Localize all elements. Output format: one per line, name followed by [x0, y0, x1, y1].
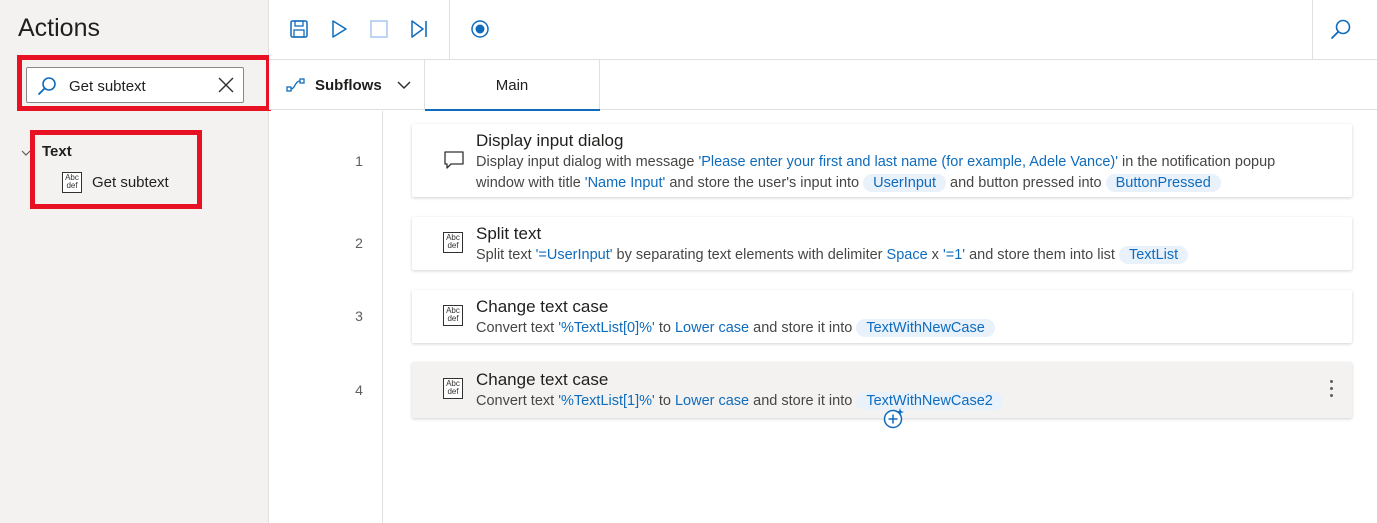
- actions-search-box[interactable]: Get subtext: [26, 67, 244, 103]
- line-number: 4: [355, 382, 363, 398]
- abc-text-icon: Abc def: [443, 378, 463, 399]
- desc-text: by separating text elements with delimit…: [612, 247, 887, 263]
- flow-step-display-input-dialog[interactable]: Display input dialog Display input dialo…: [412, 124, 1352, 197]
- variable-pill[interactable]: TextWithNewCase: [856, 319, 995, 337]
- search-input[interactable]: Get subtext: [69, 78, 146, 95]
- power-automate-designer: Actions Get subtext Text Abc def Get sub…: [0, 0, 1377, 523]
- run-icon[interactable]: [328, 18, 350, 40]
- save-icon[interactable]: [288, 18, 310, 40]
- desc-text: Convert text: [476, 320, 559, 336]
- toolbar-divider: [1312, 0, 1313, 60]
- toolbar-divider: [449, 0, 450, 60]
- desc-literal: '=UserInput': [535, 247, 613, 263]
- desc-text: x: [927, 247, 943, 263]
- tree-item-get-subtext[interactable]: Abc def Get subtext: [62, 170, 169, 194]
- message-icon: [443, 150, 465, 175]
- abc-text-icon: Abc def: [443, 232, 463, 253]
- step-title: Change text case: [476, 297, 609, 316]
- search-icon: [37, 76, 57, 101]
- desc-literal: Lower case: [674, 320, 750, 336]
- step-title: Split text: [476, 224, 542, 243]
- flow-step-change-text-case-selected[interactable]: Abc def Change text case Convert text '%…: [412, 362, 1352, 418]
- record-icon[interactable]: [469, 18, 491, 40]
- desc-literal: 'Please enter your first and last name (…: [698, 154, 1118, 170]
- designer-toolbar: [269, 0, 1377, 60]
- actions-pane: Actions Get subtext Text Abc def Get sub…: [0, 0, 271, 523]
- abc-text-icon: Abc def: [62, 171, 82, 193]
- actions-pane-title: Actions: [18, 14, 100, 42]
- chevron-down-icon: [396, 80, 412, 90]
- abc-icon-bottom: def: [66, 180, 78, 190]
- stop-icon[interactable]: [368, 18, 390, 40]
- desc-text: Split text: [476, 247, 536, 263]
- step-title: Display input dialog: [476, 131, 624, 150]
- more-options-icon[interactable]: [1328, 380, 1334, 401]
- subflow-tab-row: Subflows Main: [269, 60, 1377, 111]
- desc-text: and button pressed into: [946, 175, 1106, 191]
- abc-icon-bottom: def: [447, 241, 459, 250]
- desc-text: Display input dialog with message: [476, 154, 699, 170]
- variable-pill[interactable]: TextWithNewCase2: [856, 392, 1003, 410]
- abc-icon-bottom: def: [447, 387, 459, 396]
- close-icon[interactable]: [218, 77, 234, 98]
- abc-icon-bottom: def: [447, 314, 459, 323]
- tab-main-label: Main: [495, 77, 529, 94]
- flow-step-change-text-case[interactable]: Abc def Change text case Convert text '%…: [412, 290, 1352, 343]
- variable-pill[interactable]: UserInput: [863, 174, 947, 192]
- variable-pill[interactable]: TextList: [1118, 246, 1189, 264]
- desc-text: and store the user's input into: [665, 175, 864, 191]
- step-title: Change text case: [476, 370, 609, 389]
- desc-text: and store them into list: [965, 247, 1119, 263]
- line-number: 2: [355, 235, 363, 251]
- tab-main[interactable]: Main: [425, 60, 600, 111]
- flow-step-split-text[interactable]: Abc def Split text Split text '=UserInpu…: [412, 217, 1352, 270]
- desc-literal: '%TextList[0]%': [558, 320, 655, 336]
- step-description: Split text '=UserInput' by separating te…: [476, 245, 1326, 266]
- desc-text: and store it into: [749, 393, 857, 409]
- add-action-icon[interactable]: [883, 407, 905, 434]
- subflows-label: Subflows: [315, 76, 382, 94]
- abc-text-icon: Abc def: [443, 305, 463, 326]
- search-icon[interactable]: [1330, 18, 1352, 40]
- tree-group-text[interactable]: Text: [42, 143, 72, 160]
- desc-literal: '=1': [942, 247, 966, 263]
- line-number: 1: [355, 153, 363, 169]
- desc-literal: Space: [886, 247, 928, 263]
- chevron-down-icon[interactable]: [20, 145, 32, 163]
- subflows-icon: [286, 77, 306, 93]
- run-next-action-icon[interactable]: [408, 18, 430, 40]
- tree-item-label: Get subtext: [92, 173, 169, 191]
- desc-text: to: [654, 393, 675, 409]
- variable-pill[interactable]: ButtonPressed: [1105, 174, 1221, 192]
- tab-active-indicator: [425, 109, 600, 111]
- line-number-gutter: 1 2 3 4: [269, 111, 383, 523]
- step-description: Display input dialog with message 'Pleas…: [476, 152, 1326, 194]
- step-description: Convert text '%TextList[0]%' to Lower ca…: [476, 318, 1326, 339]
- desc-literal: Lower case: [674, 393, 750, 409]
- desc-literal: 'Name Input': [584, 175, 666, 191]
- desc-text: Convert text: [476, 393, 559, 409]
- desc-text: to: [654, 320, 675, 336]
- line-number: 3: [355, 308, 363, 324]
- subflows-dropdown[interactable]: Subflows: [269, 60, 425, 110]
- desc-literal: '%TextList[1]%': [558, 393, 655, 409]
- desc-text: and store it into: [749, 320, 857, 336]
